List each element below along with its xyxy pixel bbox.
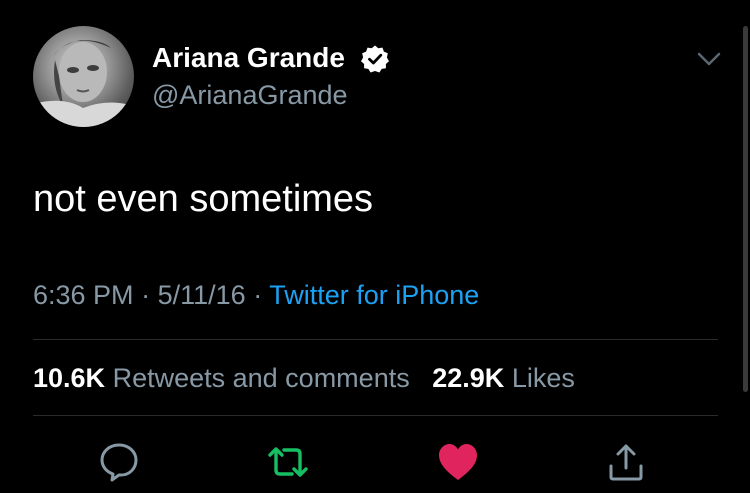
scrollbar[interactable]: [743, 26, 748, 392]
retweets-count: 10.6K: [33, 363, 106, 393]
display-name[interactable]: Ariana Grande: [152, 42, 345, 74]
meta-separator: ·: [253, 280, 263, 310]
likes-label: Likes: [511, 363, 575, 393]
chevron-down-icon[interactable]: [694, 48, 724, 70]
like-button[interactable]: [436, 440, 480, 484]
avatar-photo-icon: [33, 40, 134, 127]
retweets-stat[interactable]: 10.6K Retweets and comments: [33, 363, 410, 393]
tweet-meta: 6:36 PM · 5/11/16 · Twitter for iPhone: [33, 280, 479, 311]
avatar[interactable]: [33, 26, 134, 127]
speech-bubble-icon: [100, 443, 138, 482]
divider: [33, 339, 718, 340]
share-icon: [609, 444, 643, 481]
tweet-stats: 10.6K Retweets and comments 22.9K Likes: [33, 363, 575, 394]
share-button[interactable]: [604, 440, 648, 484]
retweets-label: Retweets and comments: [112, 363, 410, 393]
tweet-date: 5/11/16: [157, 280, 246, 310]
meta-separator: ·: [141, 280, 151, 310]
tweet-time: 6:36 PM: [33, 280, 134, 310]
heart-icon: [439, 444, 477, 480]
tweet-detail: Ariana Grande @ArianaGrande not even som…: [0, 0, 750, 493]
retweet-icon: [268, 447, 308, 477]
divider: [33, 415, 718, 416]
tweet-text: not even sometimes: [33, 178, 374, 220]
retweet-button[interactable]: [266, 440, 310, 484]
likes-stat[interactable]: 22.9K Likes: [432, 363, 575, 393]
likes-count: 22.9K: [432, 363, 505, 393]
verified-badge-icon: [361, 45, 389, 73]
user-handle[interactable]: @ArianaGrande: [152, 80, 348, 111]
tweet-source-link[interactable]: Twitter for iPhone: [269, 280, 479, 310]
reply-button[interactable]: [97, 440, 141, 484]
